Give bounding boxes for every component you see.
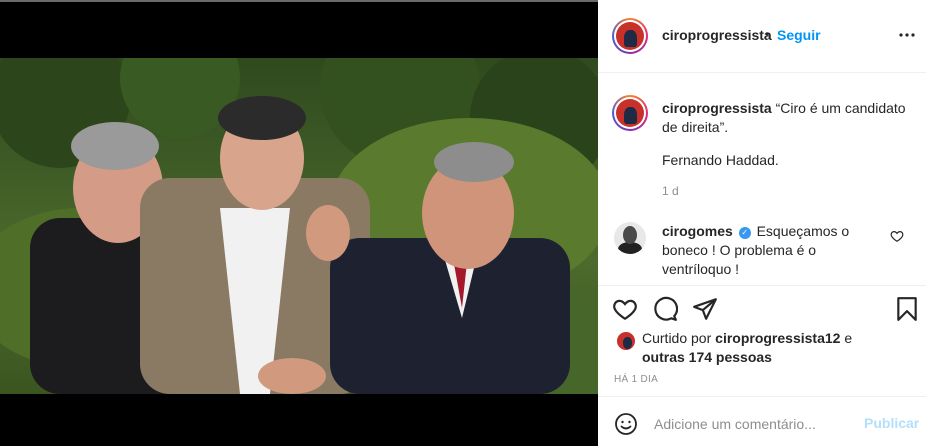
caption-author-line: Fernando Haddad.	[662, 152, 779, 168]
caption-username[interactable]: ciroprogressista	[662, 100, 772, 116]
likes-summary: Curtido por ciroprogressista12 e outras …	[642, 329, 912, 367]
comment-icon[interactable]	[652, 296, 678, 322]
commenter-username[interactable]: cirogomes	[662, 223, 733, 239]
bookmark-icon[interactable]	[894, 296, 920, 322]
heart-icon[interactable]	[612, 296, 638, 322]
publish-button[interactable]: Publicar	[864, 415, 919, 431]
more-options-icon[interactable]	[898, 25, 916, 43]
photo-illustration	[0, 58, 598, 394]
post-photo[interactable]	[0, 58, 598, 394]
actions-divider	[598, 285, 926, 286]
verified-icon: ✓	[738, 227, 751, 239]
share-icon[interactable]	[692, 296, 718, 322]
emoji-icon[interactable]	[614, 412, 638, 436]
caption-timestamp[interactable]: 1 d	[662, 184, 679, 198]
likes-middle: e	[840, 330, 853, 346]
post-date[interactable]: HÁ 1 DIA	[614, 374, 658, 385]
commenter-avatar[interactable]	[614, 222, 646, 254]
header-separator: •	[765, 27, 770, 41]
liker-username[interactable]: ciroprogressista12	[715, 330, 840, 346]
liker-avatar[interactable]	[616, 331, 636, 351]
follow-button[interactable]: Seguir	[777, 27, 821, 43]
author-username[interactable]: ciroprogressista	[662, 27, 772, 43]
add-comment-bar: Publicar	[598, 396, 926, 446]
comment-like-heart-icon[interactable]	[890, 229, 904, 243]
caption-avatar[interactable]	[612, 95, 648, 131]
likes-others-link[interactable]: outras 174 pessoas	[642, 349, 772, 365]
likes-prefix: Curtido por	[642, 330, 716, 346]
post-media[interactable]	[0, 0, 598, 446]
post-header: ciroprogressista • Seguir	[598, 0, 926, 73]
post-side-panel: ciroprogressista • Seguir ciroprogressis…	[598, 0, 926, 446]
author-avatar[interactable]	[612, 18, 648, 54]
caption-text: ciroprogressista “Ciro é um candidato de…	[662, 99, 912, 137]
comment-text-block: cirogomes ✓ Esqueçamos o boneco ! O prob…	[662, 222, 882, 279]
media-top-strip	[0, 0, 598, 2]
comment-input[interactable]	[654, 414, 854, 434]
